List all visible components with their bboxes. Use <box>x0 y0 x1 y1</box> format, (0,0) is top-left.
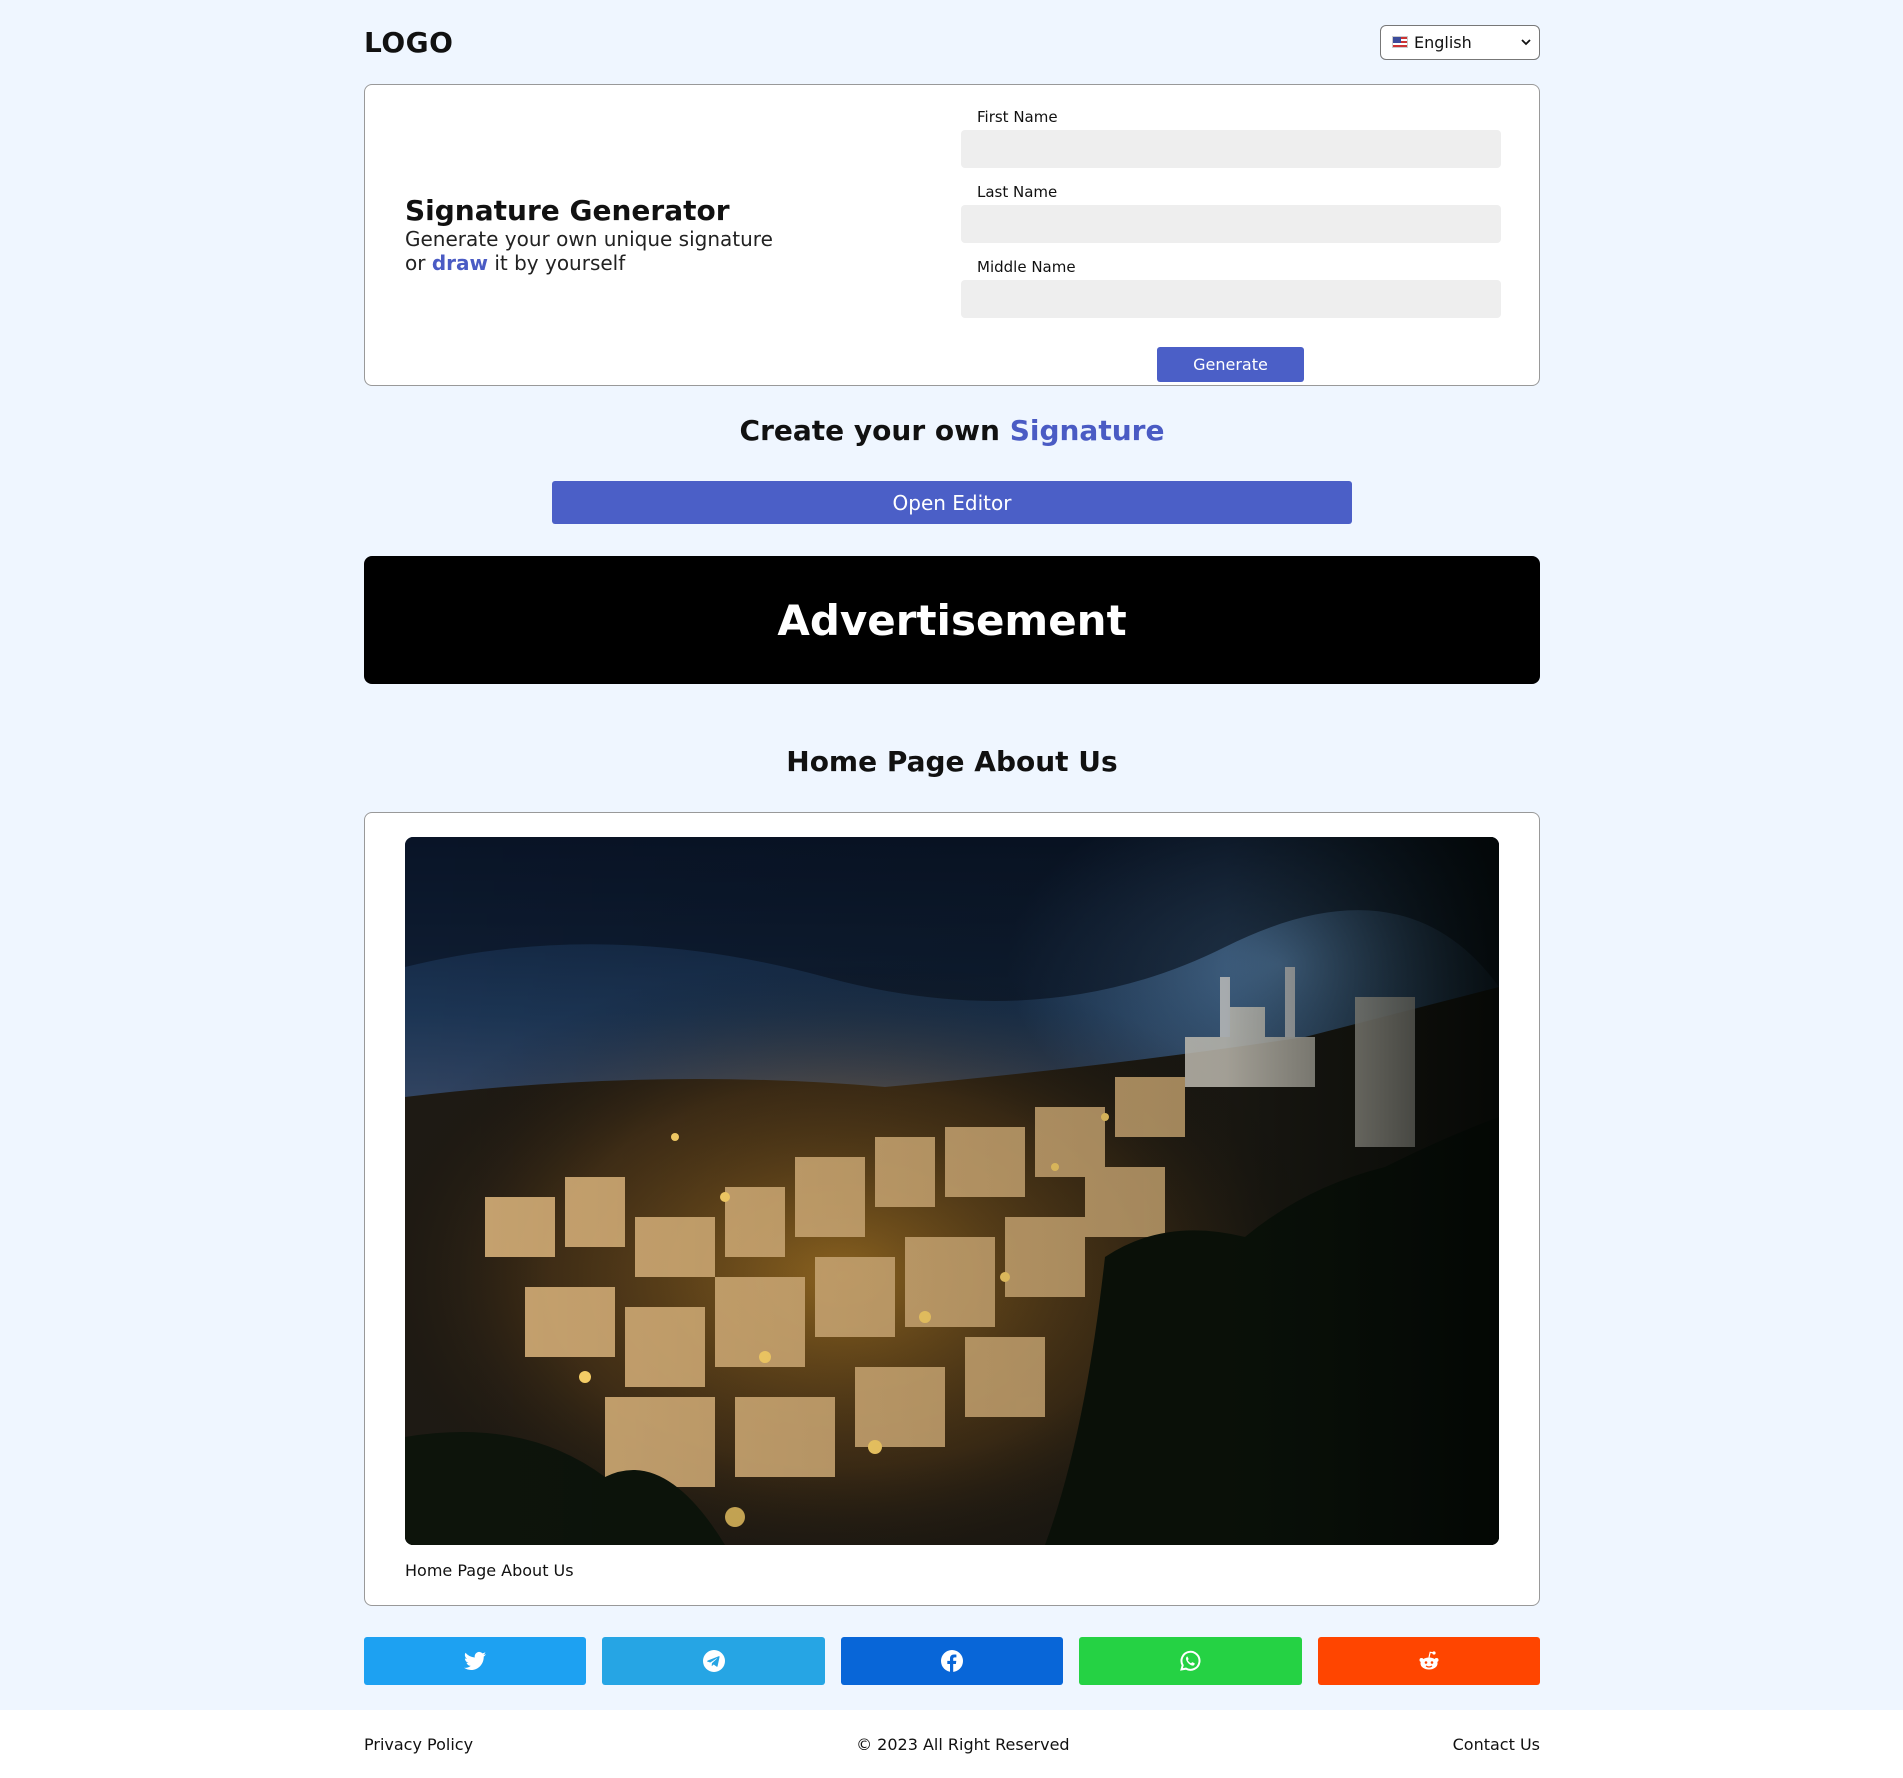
city-night-photo <box>405 837 1499 1545</box>
create-heading: Create your own Signature <box>364 414 1540 447</box>
chevron-down-icon <box>1521 39 1531 46</box>
twitter-icon <box>464 1651 487 1670</box>
generate-button[interactable]: Generate <box>1157 347 1304 382</box>
first-name-field[interactable] <box>961 130 1501 168</box>
facebook-share-button[interactable] <box>840 1637 1064 1685</box>
us-flag-icon <box>1392 36 1408 48</box>
telegram-share-button[interactable] <box>602 1637 825 1685</box>
advertisement-label: Advertisement <box>777 595 1127 645</box>
about-card: Home Page About Us <box>364 812 1540 1606</box>
telegram-icon <box>702 1650 725 1672</box>
create-title-accent: Signature <box>1009 414 1165 447</box>
last-name-label: Last Name <box>977 183 1058 201</box>
generator-subtitle: Generate your own unique signature or dr… <box>405 227 785 275</box>
about-heading: Home Page About Us <box>786 745 1118 778</box>
about-caption: Home Page About Us <box>405 1561 574 1580</box>
copyright-text: © 2023 All Right Reserved <box>856 1734 1070 1754</box>
subtitle-or: or <box>405 251 426 275</box>
reddit-icon <box>1419 1651 1439 1670</box>
advertisement-banner[interactable]: Advertisement <box>364 556 1540 684</box>
contact-us-link[interactable]: Contact Us <box>1453 1735 1540 1754</box>
logo[interactable]: LOGO <box>364 26 453 59</box>
language-select[interactable]: English <box>1380 24 1540 60</box>
share-bar <box>364 1637 1541 1685</box>
whatsapp-icon <box>1180 1650 1201 1671</box>
draw-link[interactable]: draw <box>432 251 488 275</box>
subtitle-rest: it by yourself <box>494 251 626 275</box>
middle-name-field[interactable] <box>961 280 1501 318</box>
subtitle-line1: Generate your own unique signature <box>405 227 773 251</box>
facebook-icon <box>941 1650 964 1672</box>
open-editor-button[interactable]: Open Editor <box>552 481 1352 524</box>
last-name-field[interactable] <box>961 205 1501 243</box>
create-title-prefix: Create your own <box>739 414 1000 447</box>
generator-intro: Signature Generator Generate your own un… <box>405 194 785 276</box>
site-footer: Privacy Policy © 2023 All Right Reserved… <box>364 1710 1540 1778</box>
generator-card: Signature Generator Generate your own un… <box>364 84 1540 386</box>
name-form: First Name Last Name Middle Name Generat… <box>961 107 1501 382</box>
middle-name-label: Middle Name <box>977 258 1076 276</box>
reddit-share-button[interactable] <box>1317 1637 1541 1685</box>
generator-title: Signature Generator <box>405 194 730 227</box>
language-selected-label: English <box>1414 32 1472 52</box>
twitter-share-button[interactable] <box>364 1637 587 1685</box>
first-name-label: First Name <box>977 108 1058 126</box>
site-header: LOGO English <box>364 0 1540 84</box>
whatsapp-share-button[interactable] <box>1079 1637 1302 1685</box>
privacy-policy-link[interactable]: Privacy Policy <box>364 1735 473 1754</box>
